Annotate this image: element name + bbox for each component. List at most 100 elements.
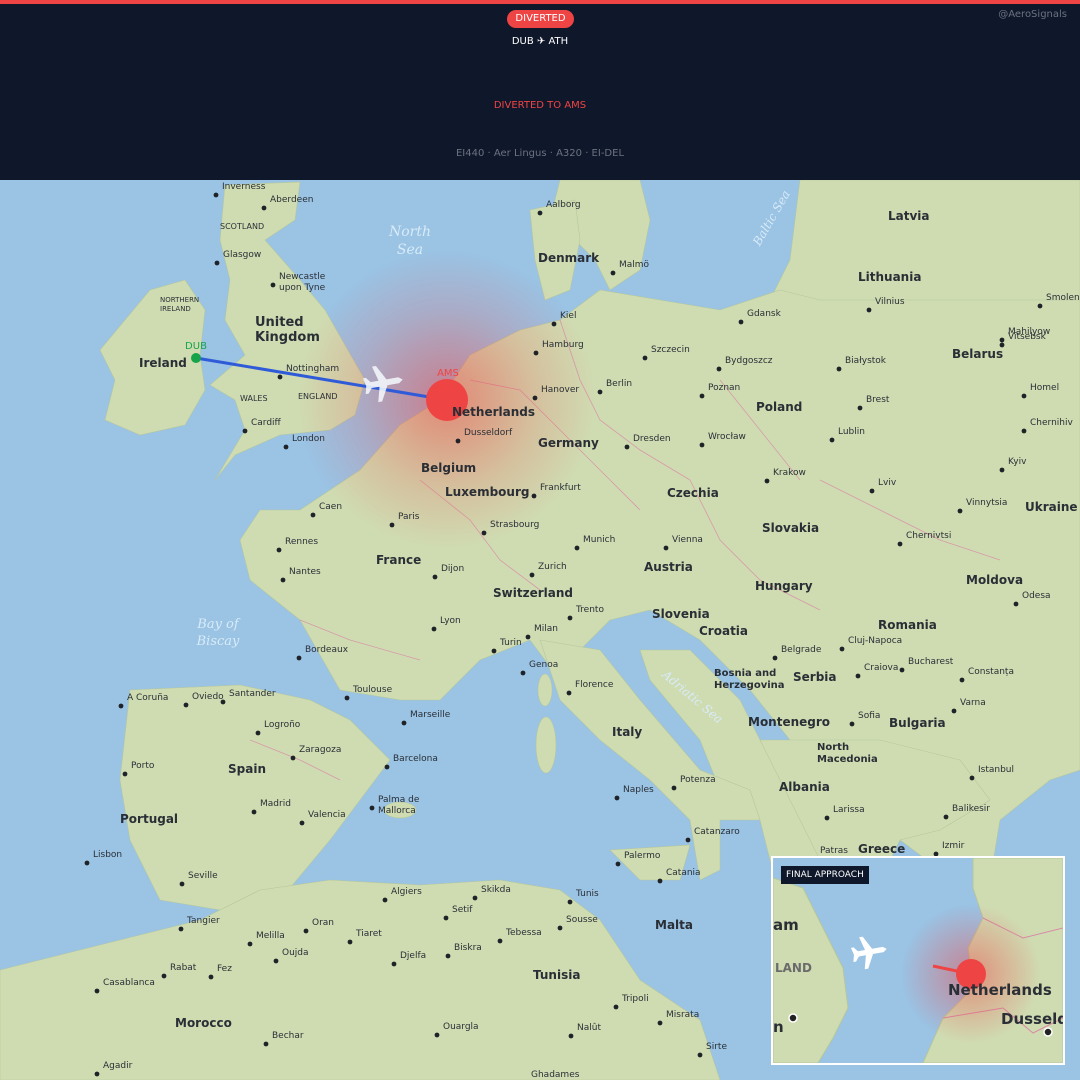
- city-label: Palma de Mallorca: [378, 795, 420, 816]
- city-dot: [897, 541, 903, 547]
- city-dot: [824, 815, 830, 821]
- city-label: Varna: [960, 698, 986, 708]
- city-label: Chernivtsi: [906, 531, 951, 541]
- city-label: Paris: [398, 512, 420, 522]
- city-label: Cluj-Napoca: [848, 636, 902, 646]
- city-dot: [384, 764, 390, 770]
- country-label: Denmark: [538, 251, 600, 265]
- city-label: Bydgoszcz: [725, 356, 773, 366]
- country-label: Serbia: [793, 670, 837, 684]
- city-label: A Coruña: [127, 693, 168, 703]
- city-dot: [118, 703, 124, 709]
- city-label: Krakow: [773, 468, 806, 478]
- diversion-code-label: AMS: [437, 368, 459, 379]
- city-dot: [432, 574, 438, 580]
- city-label: Porto: [131, 761, 155, 771]
- flight-info: EI440 · Aer Lingus · A320 · EI-DEL: [455, 148, 625, 159]
- city-dot: [772, 655, 778, 661]
- city-label: Cardiff: [251, 418, 282, 428]
- route-title: DUB ✈ ATH: [511, 36, 569, 47]
- country-label: Netherlands: [452, 405, 535, 419]
- city-dot: [671, 785, 677, 791]
- city-label: Bucharest: [908, 657, 954, 667]
- city-label: Casablanca: [103, 978, 155, 988]
- city-dot: [382, 897, 388, 903]
- city-dot: [957, 508, 963, 514]
- city-label: Zurich: [538, 562, 567, 572]
- country-label: Hungary: [755, 579, 813, 593]
- city-dot: [455, 438, 461, 444]
- city-label: Aalborg: [546, 200, 581, 210]
- country-label: Austria: [644, 560, 693, 574]
- city-dot: [1013, 601, 1019, 607]
- city-dot: [94, 1071, 100, 1077]
- city-label: Ghadames: [531, 1070, 580, 1080]
- inset-aircraft-icon: [850, 936, 887, 970]
- city-dot: [685, 837, 691, 843]
- city-dot: [855, 673, 861, 679]
- city-dot: [657, 878, 663, 884]
- city-label: Turin: [499, 638, 522, 648]
- city-label: Hanover: [541, 385, 579, 395]
- city-dot: [537, 210, 543, 216]
- city-dot: [529, 572, 535, 578]
- city-dot: [481, 530, 487, 536]
- city-dot: [829, 437, 835, 443]
- city-dot: [663, 545, 669, 551]
- country-label: Ukraine: [1025, 500, 1078, 514]
- city-dot: [214, 260, 220, 266]
- city-label: Larissa: [833, 805, 865, 815]
- city-label: Mahilyow: [1008, 327, 1050, 337]
- city-dot: [836, 366, 842, 372]
- city-label: Lublin: [838, 427, 865, 437]
- city-dot: [849, 721, 855, 727]
- city-label: Brest: [866, 395, 890, 405]
- country-label: Croatia: [699, 624, 748, 638]
- city-label: Sofia: [858, 711, 880, 721]
- inset-city-dot: [788, 1013, 798, 1023]
- land-corsica: [537, 673, 553, 707]
- city-label: Odesa: [1022, 591, 1051, 601]
- country-label: Lithuania: [858, 270, 921, 284]
- city-label: Tripoli: [621, 994, 649, 1004]
- inset-label-england: LAND: [775, 961, 812, 975]
- sea-label-text: Baltic Sea: [750, 188, 793, 249]
- city-dot: [557, 925, 563, 931]
- final-approach-inset: Netherlands Dusseld LAND am n FINAL APPR…: [771, 856, 1065, 1065]
- country-label: Belarus: [952, 347, 1003, 361]
- city-dot: [220, 699, 226, 705]
- country-label: Moldova: [966, 573, 1023, 587]
- origin-marker[interactable]: [191, 353, 201, 363]
- city-dot: [999, 342, 1005, 348]
- city-label: Toulouse: [352, 685, 393, 695]
- city-label: Oran: [312, 918, 334, 928]
- city-label: Naples: [623, 785, 654, 795]
- city-dot: [969, 775, 975, 781]
- city-dot: [943, 814, 949, 820]
- country-label: Malta: [655, 918, 693, 932]
- city-label: London: [292, 434, 325, 444]
- map-view[interactable]: DUB AMS North Sea Bay of Biscay Baltic Sea Ad…: [0, 180, 1080, 1080]
- city-dot: [277, 374, 283, 380]
- sea-label: Bay of Biscay: [196, 617, 241, 649]
- country-label: Ireland: [139, 356, 187, 370]
- city-label: Dusseldorf: [464, 428, 513, 438]
- city-label: Catanzaro: [694, 827, 740, 837]
- city-label: Sousse: [566, 915, 598, 925]
- city-dot: [255, 730, 261, 736]
- city-dot: [389, 522, 395, 528]
- city-label: Smolen: [1046, 293, 1080, 303]
- city-label: Vienna: [672, 535, 703, 545]
- sea-label-text: Bay of Biscay: [196, 617, 241, 649]
- city-label: Inverness: [222, 182, 266, 192]
- city-label: Nantes: [289, 567, 321, 577]
- country-label: Bulgaria: [889, 716, 946, 730]
- city-label: Craiova: [864, 663, 898, 673]
- city-label: Santander: [229, 689, 276, 699]
- city-dot: [614, 795, 620, 801]
- region-label: ENGLAND: [298, 392, 338, 401]
- city-dot: [613, 1004, 619, 1010]
- country-label: Morocco: [175, 1016, 232, 1030]
- diversion-status: DIVERTED TO AMS: [493, 100, 587, 111]
- city-dot: [84, 860, 90, 866]
